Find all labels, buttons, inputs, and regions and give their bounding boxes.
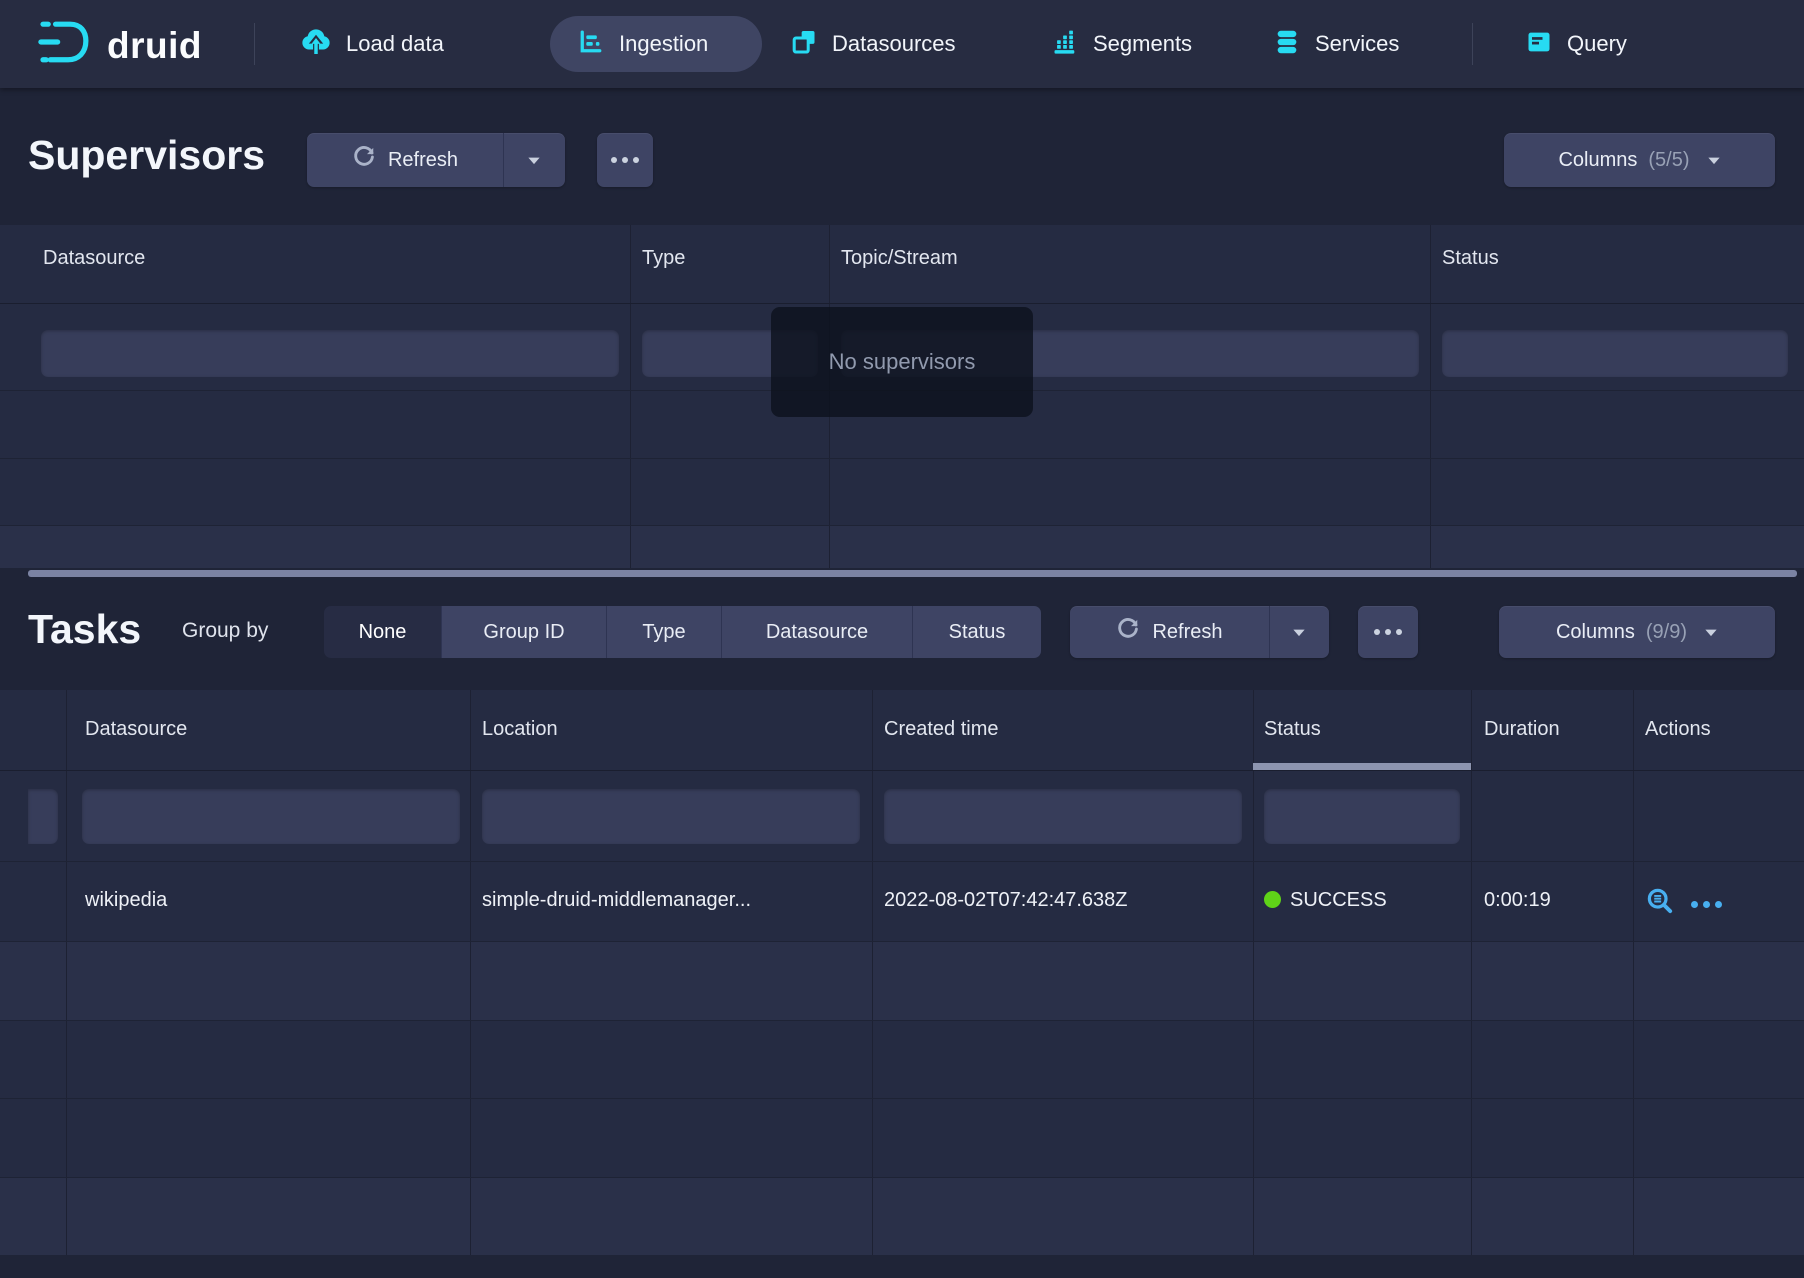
tasks-location-filter-input[interactable] — [482, 789, 860, 844]
supervisors-col-topic-stream[interactable]: Topic/Stream — [841, 247, 958, 270]
refresh-icon — [352, 145, 376, 175]
supervisors-col-status[interactable]: Status — [1442, 247, 1499, 270]
refresh-caret-button[interactable] — [1269, 628, 1329, 637]
supervisors-status-filter-input[interactable] — [1442, 330, 1788, 377]
tasks-col-datasource[interactable]: Datasource — [85, 718, 187, 741]
nav-datasources[interactable]: Datasources — [790, 0, 956, 88]
table-row — [0, 1177, 1804, 1255]
tasks-refresh-label: Refresh — [1152, 621, 1222, 644]
tasks-columns-count: (9/9) — [1646, 621, 1687, 644]
supervisors-refresh-button[interactable]: Refresh — [307, 133, 565, 187]
tasks-columns-button[interactable]: Columns (9/9) — [1499, 606, 1775, 658]
supervisors-columns-button[interactable]: Columns (5/5) — [1504, 133, 1775, 187]
refresh-icon — [1116, 617, 1140, 647]
nav-divider — [254, 23, 255, 65]
tasks-taskid-filter-input[interactable] — [28, 789, 58, 844]
group-by-label: Group by — [182, 619, 268, 643]
task-duration-cell: 0:00:19 — [1484, 889, 1551, 912]
upload-icon — [300, 26, 332, 63]
group-by-status-button[interactable]: Status — [913, 606, 1041, 658]
brand[interactable]: druid — [38, 20, 202, 71]
nav-ingestion-label: Ingestion — [619, 31, 708, 57]
navbar: druid Load data — [0, 0, 1804, 88]
tasks-col-duration[interactable]: Duration — [1484, 718, 1560, 741]
database-icon — [1273, 28, 1301, 61]
supervisors-more-button[interactable] — [597, 133, 653, 187]
tasks-title: Tasks — [28, 606, 141, 653]
tasks-created-time-filter-input[interactable] — [884, 789, 1242, 844]
chevron-down-icon — [1707, 156, 1721, 165]
no-supervisors-message: No supervisors — [829, 349, 976, 375]
nav-load-data[interactable]: Load data — [300, 0, 444, 88]
supervisors-col-type[interactable]: Type — [642, 247, 685, 270]
task-status-cell: SUCCESS — [1264, 889, 1387, 912]
supervisors-datasource-filter-input[interactable] — [41, 330, 619, 377]
supervisors-title: Supervisors — [28, 132, 265, 179]
chevron-down-icon — [1704, 628, 1718, 637]
more-dots-icon — [1374, 629, 1402, 635]
brand-name: druid — [107, 25, 202, 67]
layers-icon — [790, 28, 818, 61]
task-location-cell: simple-druid-middlemanager... — [482, 889, 751, 912]
supervisors-columns-label: Columns — [1558, 149, 1637, 172]
supervisors-horizontal-scrollbar[interactable] — [28, 570, 1797, 577]
tasks-status-filter-input[interactable] — [1264, 789, 1460, 844]
tasks-col-location[interactable]: Location — [482, 718, 558, 741]
console-icon — [1525, 28, 1553, 61]
group-by-datasource-button[interactable]: Datasource — [722, 606, 913, 658]
nav-query[interactable]: Query — [1525, 0, 1627, 88]
refresh-caret-button[interactable] — [503, 156, 565, 165]
task-actions-cell — [1645, 886, 1722, 922]
success-status-dot-icon — [1264, 891, 1281, 908]
gantt-icon — [577, 28, 605, 61]
tasks-datasource-filter-input[interactable] — [82, 789, 460, 844]
chevron-down-icon — [527, 156, 541, 165]
tasks-col-status[interactable]: Status — [1264, 718, 1321, 741]
task-datasource-cell: wikipedia — [85, 889, 167, 912]
nav-ingestion[interactable]: Ingestion — [577, 0, 708, 88]
group-by-type-button[interactable]: Type — [607, 606, 722, 658]
group-by-group-id-button[interactable]: Group ID — [442, 606, 607, 658]
supervisors-columns-count: (5/5) — [1648, 149, 1689, 172]
status-sort-indicator — [1253, 763, 1471, 770]
task-status-label: SUCCESS — [1290, 889, 1387, 911]
druid-logo-icon — [38, 20, 94, 71]
nav-segments[interactable]: Segments — [1051, 0, 1192, 88]
druid-console: druid Load data — [0, 0, 1804, 1278]
nav-divider — [1472, 23, 1473, 65]
task-more-actions-icon[interactable] — [1691, 901, 1722, 908]
nav-services[interactable]: Services — [1273, 0, 1399, 88]
nav-services-label: Services — [1315, 31, 1399, 57]
nav-datasources-label: Datasources — [832, 31, 956, 57]
tasks-col-created-time[interactable]: Created time — [884, 718, 999, 741]
group-by-none-button[interactable]: None — [324, 606, 442, 658]
tasks-col-actions[interactable]: Actions — [1645, 718, 1711, 741]
tasks-more-button[interactable] — [1358, 606, 1418, 658]
no-supervisors-overlay: No supervisors — [771, 307, 1033, 417]
supervisors-refresh-label: Refresh — [388, 149, 458, 172]
nav-query-label: Query — [1567, 31, 1627, 57]
chevron-down-icon — [1292, 628, 1306, 637]
tasks-refresh-button[interactable]: Refresh — [1070, 606, 1329, 658]
tasks-columns-label: Columns — [1556, 621, 1635, 644]
task-created-time-cell: 2022-08-02T07:42:47.638Z — [884, 889, 1128, 912]
bar-chart-icon — [1051, 28, 1079, 61]
supervisors-col-datasource[interactable]: Datasource — [43, 247, 145, 270]
table-row — [0, 941, 1804, 1020]
task-details-magnifier-icon[interactable] — [1645, 886, 1675, 922]
nav-segments-label: Segments — [1093, 31, 1192, 57]
table-row — [0, 525, 1804, 568]
nav-load-data-label: Load data — [346, 31, 444, 57]
more-dots-icon — [611, 157, 639, 163]
